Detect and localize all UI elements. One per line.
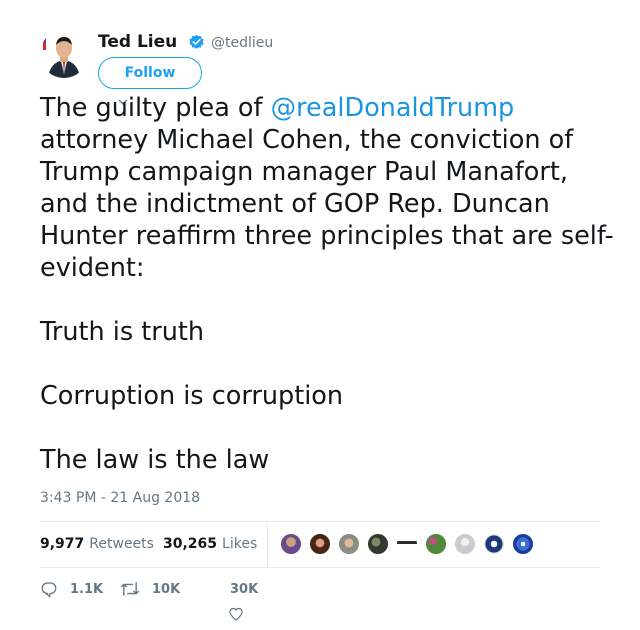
like-count: 30K <box>230 582 259 597</box>
retweet-icon <box>120 582 140 596</box>
tweet-text-start: The guilty plea of <box>40 93 271 123</box>
heart-icon[interactable] <box>228 606 244 622</box>
retweets-label: Retweets <box>89 536 154 552</box>
mention-link[interactable]: @realDonaldTrump <box>271 93 515 123</box>
liker-avatar[interactable] <box>309 533 331 555</box>
verified-badge-icon <box>189 34 204 49</box>
stats-bar: 9,977 Retweets 30,265 Likes <box>40 521 600 567</box>
liker-avatar[interactable] <box>454 533 476 555</box>
likes-count: 30,265 <box>163 536 218 552</box>
tweet-text-rest: attorney Michael Cohen, the conviction o… <box>40 125 614 475</box>
tweet-text: The guilty plea of @realDonaldTrump atto… <box>40 92 620 476</box>
retweet-button[interactable]: 10K <box>120 580 180 598</box>
stats-separator <box>267 521 268 567</box>
liker-avatar[interactable] <box>367 533 389 555</box>
likes-label: Likes <box>222 536 258 552</box>
action-bar: 1.1K 10K 30K <box>40 578 600 628</box>
author-name[interactable]: Ted Lieu <box>98 32 177 52</box>
retweets-stat[interactable]: 9,977 Retweets <box>40 521 154 567</box>
reply-button[interactable]: 1.1K <box>40 580 103 598</box>
retweets-count: 9,977 <box>40 536 85 552</box>
liker-avatar[interactable] <box>280 533 302 555</box>
tweet-timestamp[interactable]: 3:43 PM - 21 Aug 2018 <box>40 490 200 506</box>
liker-avatar[interactable] <box>483 533 505 555</box>
retweet-count: 10K <box>152 581 181 597</box>
author-handle[interactable]: @tedlieu <box>211 35 273 51</box>
liker-avatar[interactable] <box>425 533 447 555</box>
reply-icon <box>41 582 57 598</box>
liker-avatar[interactable] <box>512 533 534 555</box>
liker-avatar[interactable] <box>338 533 360 555</box>
follow-button[interactable]: Follow <box>98 57 202 89</box>
liker-avatar[interactable] <box>396 533 418 555</box>
divider-bottom <box>40 567 600 568</box>
likes-stat[interactable]: 30,265 Likes <box>163 521 257 567</box>
reply-count: 1.1K <box>70 581 104 597</box>
author-avatar[interactable] <box>40 30 88 78</box>
